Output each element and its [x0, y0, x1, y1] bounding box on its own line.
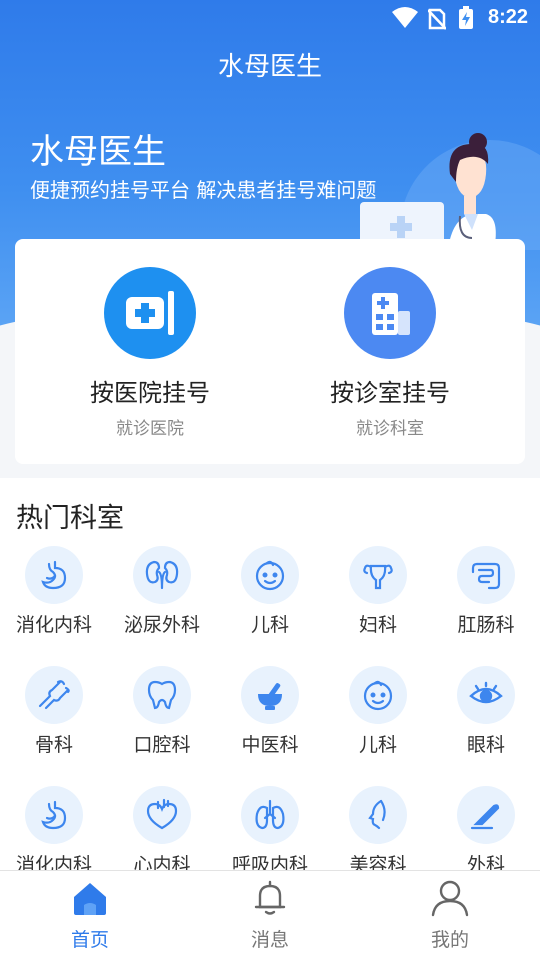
- tab-home[interactable]: 首页: [0, 879, 180, 952]
- registration-card: 按医院挂号 就诊医院 按诊室挂号 就诊科室: [15, 239, 525, 464]
- scalpel-icon: [457, 786, 515, 844]
- dept-name: 口腔科: [133, 734, 191, 756]
- dept-name: 中医科: [241, 734, 299, 756]
- dept-cardiology[interactable]: 心内科: [108, 786, 216, 870]
- register-by-department[interactable]: 按诊室挂号 就诊科室: [290, 267, 490, 439]
- dept-name: 肛肠科: [457, 614, 515, 636]
- user-icon: [431, 880, 469, 917]
- dept-name: 消化内科: [15, 854, 92, 870]
- kidney-icon: [133, 546, 191, 604]
- dept-name: 呼吸内科: [231, 854, 308, 870]
- face-profile-icon: [349, 786, 407, 844]
- stomach-icon: [25, 786, 83, 844]
- home-icon: [74, 883, 106, 915]
- dept-name: 儿科: [250, 614, 289, 636]
- baby-face-icon: [349, 666, 407, 724]
- dept-pediatrics-2[interactable]: 儿科: [324, 666, 432, 757]
- dept-surgery[interactable]: 外科: [432, 786, 540, 870]
- tab-messages[interactable]: 消息: [180, 879, 360, 952]
- bottom-tab-bar: 首页 消息 我的: [0, 870, 540, 960]
- register-by-hospital-label: 按医院挂号: [90, 379, 210, 407]
- lungs-icon: [241, 786, 299, 844]
- dept-name: 消化内科: [15, 614, 92, 636]
- dept-cosmetology[interactable]: 美容科: [324, 786, 432, 870]
- register-by-department-label: 按诊室挂号: [330, 379, 450, 407]
- dept-tcm[interactable]: 中医科: [216, 666, 324, 757]
- tab-profile-label: 我的: [430, 929, 469, 951]
- banner-title: 水母医生: [30, 132, 166, 172]
- uterus-icon: [349, 546, 407, 604]
- dept-ophthalmology[interactable]: 眼科: [432, 666, 540, 757]
- dept-stomatology[interactable]: 口腔科: [108, 666, 216, 757]
- tooth-icon: [133, 666, 191, 724]
- dept-pediatrics[interactable]: 儿科: [216, 546, 324, 637]
- dept-digestive[interactable]: 消化内科: [0, 546, 108, 637]
- app-title: 水母医生: [217, 52, 322, 82]
- dept-orthopedics[interactable]: 骨科: [0, 666, 108, 757]
- section-title: 热门科室: [16, 503, 124, 534]
- tab-profile[interactable]: 我的: [360, 879, 540, 952]
- dept-name: 眼科: [466, 734, 505, 756]
- heart-icon: [133, 786, 191, 844]
- no-sim-icon: [428, 8, 446, 30]
- status-time: 8:22: [487, 6, 528, 28]
- status-bar: 8:22: [0, 0, 540, 36]
- bone-joint-icon: [25, 666, 83, 724]
- register-by-hospital[interactable]: 按医院挂号 就诊医院: [50, 267, 250, 439]
- dept-gynecology[interactable]: 妇科: [324, 546, 432, 637]
- dept-name: 泌尿外科: [123, 614, 200, 636]
- stomach-icon: [25, 546, 83, 604]
- building-icon: [344, 267, 436, 359]
- tab-home-label: 首页: [70, 929, 109, 951]
- doctor-illustration: [360, 133, 540, 250]
- register-by-department-sub: 就诊科室: [356, 419, 424, 439]
- tab-messages-label: 消息: [250, 929, 289, 951]
- wifi-icon: [392, 7, 418, 28]
- popular-departments: 热门科室 消化内科 泌尿外科 儿科 妇科 肛肠科 骨科 口腔科 中医科 儿科 眼…: [0, 478, 540, 870]
- dept-name: 儿科: [358, 734, 397, 756]
- baby-face-icon: [241, 546, 299, 604]
- eye-icon: [457, 666, 515, 724]
- dept-name: 美容科: [349, 854, 407, 870]
- register-by-hospital-sub: 就诊医院: [116, 419, 184, 439]
- dept-digestive-2[interactable]: 消化内科: [0, 786, 108, 870]
- dept-urology[interactable]: 泌尿外科: [108, 546, 216, 637]
- battery-charging-icon: [459, 6, 473, 29]
- dept-name: 骨科: [34, 734, 73, 756]
- dept-name: 外科: [466, 854, 505, 870]
- dept-respiratory[interactable]: 呼吸内科: [216, 786, 324, 870]
- dept-name: 心内科: [133, 854, 191, 870]
- dept-name: 妇科: [358, 614, 397, 636]
- mortar-icon: [241, 666, 299, 724]
- hospital-sign-icon: [104, 267, 196, 359]
- dept-anorectal[interactable]: 肛肠科: [432, 546, 540, 637]
- bell-icon: [254, 880, 286, 915]
- intestine-icon: [457, 546, 515, 604]
- banner-subtitle: 便捷预约挂号平台 解决患者挂号难问题: [30, 178, 377, 202]
